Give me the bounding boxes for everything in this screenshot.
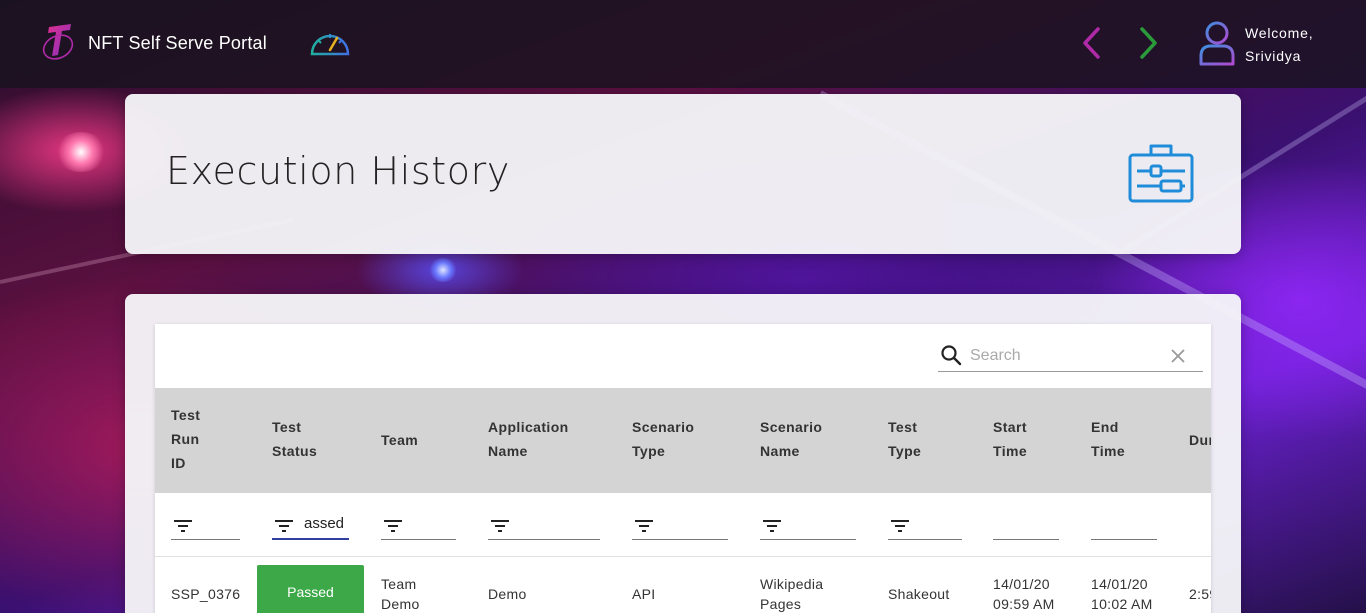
filter-test-status[interactable]: assed: [272, 512, 349, 540]
column-header-duration[interactable]: Dur: [1189, 428, 1211, 452]
cell-team: Team Demo: [381, 576, 420, 612]
filter-icon: [635, 520, 653, 532]
column-header-end-time[interactable]: End Time: [1091, 415, 1125, 463]
filter-team[interactable]: [381, 512, 456, 540]
filter-icon: [491, 520, 509, 532]
column-header-application-name[interactable]: Application Name: [488, 415, 569, 463]
filter-scenario-type[interactable]: [632, 512, 728, 540]
filter-end-time[interactable]: [1091, 512, 1157, 540]
status-badge: Passed: [257, 565, 364, 613]
welcome-label: Welcome,: [1245, 25, 1314, 41]
filter-start-time[interactable]: [993, 512, 1059, 540]
cell-scenario-type: API: [632, 586, 656, 602]
column-header-scenario-type[interactable]: Scenario Type: [632, 415, 694, 463]
toolbox-icon: [1128, 144, 1194, 203]
column-header-test-run-id[interactable]: Test Run ID: [171, 403, 200, 475]
execution-history-card: Test Run ID Test Status Team Application…: [125, 294, 1241, 613]
search-input[interactable]: [970, 344, 1160, 368]
table-toolbar: [155, 324, 1211, 388]
filter-application-name[interactable]: [488, 512, 600, 540]
filter-icon: [275, 520, 293, 532]
cell-application-name: Demo: [488, 586, 527, 602]
column-header-start-time[interactable]: Start Time: [993, 415, 1027, 463]
filter-test-run-id[interactable]: [171, 512, 240, 540]
page-header-card: Execution History: [125, 94, 1241, 254]
speedometer-icon[interactable]: [308, 26, 352, 58]
cell-duration: 2:59: [1189, 586, 1211, 602]
top-navigation-bar: NFT Self Serve Portal Welcome, Srividya: [0, 0, 1366, 88]
background-stage-light: [428, 258, 458, 282]
background-stage-light: [55, 132, 107, 172]
chevron-left-icon[interactable]: [1076, 24, 1106, 62]
cell-test-run-id: SSP_0376: [171, 586, 241, 602]
column-header-test-type[interactable]: Test Type: [888, 415, 921, 463]
cell-scenario-name: Wikipedia Pages: [760, 576, 824, 612]
search-box: [938, 342, 1203, 372]
chevron-right-icon[interactable]: [1133, 24, 1163, 62]
telstra-logo-icon[interactable]: [41, 21, 77, 63]
cell-test-type: Shakeout: [888, 586, 950, 602]
column-header-scenario-name[interactable]: Scenario Name: [760, 415, 822, 463]
close-icon[interactable]: [1170, 348, 1186, 364]
column-header-team[interactable]: Team: [381, 428, 418, 452]
filter-icon: [891, 520, 909, 532]
app-title: NFT Self Serve Portal: [88, 33, 267, 53]
cell-start-time: 14/01/20 09:59 AM: [993, 576, 1055, 612]
table-header: Test Run ID Test Status Team Application…: [155, 388, 1211, 493]
welcome-message: Welcome, Srividya: [1245, 22, 1313, 68]
user-name: Srividya: [1245, 48, 1302, 64]
table-row[interactable]: SSP_0376 Passed Team Demo Demo API Wikip…: [155, 557, 1211, 613]
cell-end-time: 14/01/20 10:02 AM: [1091, 576, 1153, 612]
filter-scenario-name[interactable]: [760, 512, 856, 540]
user-icon[interactable]: [1198, 20, 1236, 66]
column-header-test-status[interactable]: Test Status: [272, 415, 317, 463]
filter-test-type[interactable]: [888, 512, 962, 540]
execution-history-table: Test Run ID Test Status Team Application…: [155, 324, 1211, 613]
filter-icon: [763, 520, 781, 532]
filter-icon: [174, 520, 192, 532]
filter-icon: [384, 520, 402, 532]
page-title: Execution History: [166, 149, 510, 193]
filter-row: assed: [155, 493, 1211, 557]
filter-test-status-value: assed: [304, 515, 345, 532]
search-icon: [941, 345, 962, 366]
